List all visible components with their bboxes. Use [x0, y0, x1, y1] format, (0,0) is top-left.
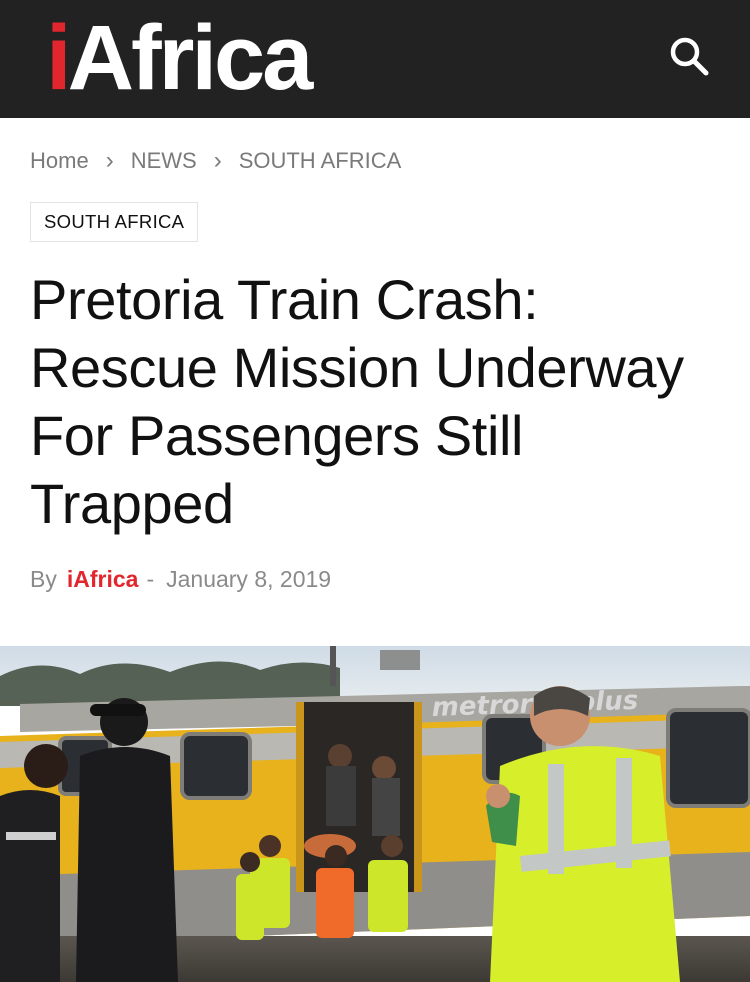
author-link[interactable]: iAfrica — [67, 566, 139, 593]
article-title: Pretoria Train Crash: Rescue Mission Und… — [30, 268, 684, 535]
site-header: i Africa — [0, 0, 750, 118]
article-meta: By iAfrica - January 8, 2019 — [30, 562, 331, 596]
logo-wordmark: Africa — [67, 7, 314, 109]
chevron-right-icon: › — [213, 147, 222, 174]
chevron-right-icon: › — [105, 147, 114, 174]
breadcrumb-news[interactable]: NEWS — [131, 148, 197, 174]
breadcrumb-south-africa[interactable]: SOUTH AFRICA — [239, 148, 402, 174]
logo-letter-i: i — [46, 7, 71, 109]
category-tag[interactable]: SOUTH AFRICA — [30, 202, 199, 242]
hero-photo-illustration: metrorail plus — [0, 646, 750, 982]
meta-separator: - — [146, 565, 155, 592]
search-icon — [670, 37, 709, 76]
site-logo[interactable]: i Africa — [46, 6, 314, 110]
byline-label: By — [30, 565, 57, 592]
hero-image: metrorail plus — [0, 646, 750, 982]
breadcrumb: Home › NEWS › SOUTH AFRICA — [30, 146, 401, 176]
breadcrumb-home[interactable]: Home — [30, 148, 89, 174]
publish-date: January 8, 2019 — [166, 565, 332, 592]
search-button[interactable] — [666, 33, 714, 81]
